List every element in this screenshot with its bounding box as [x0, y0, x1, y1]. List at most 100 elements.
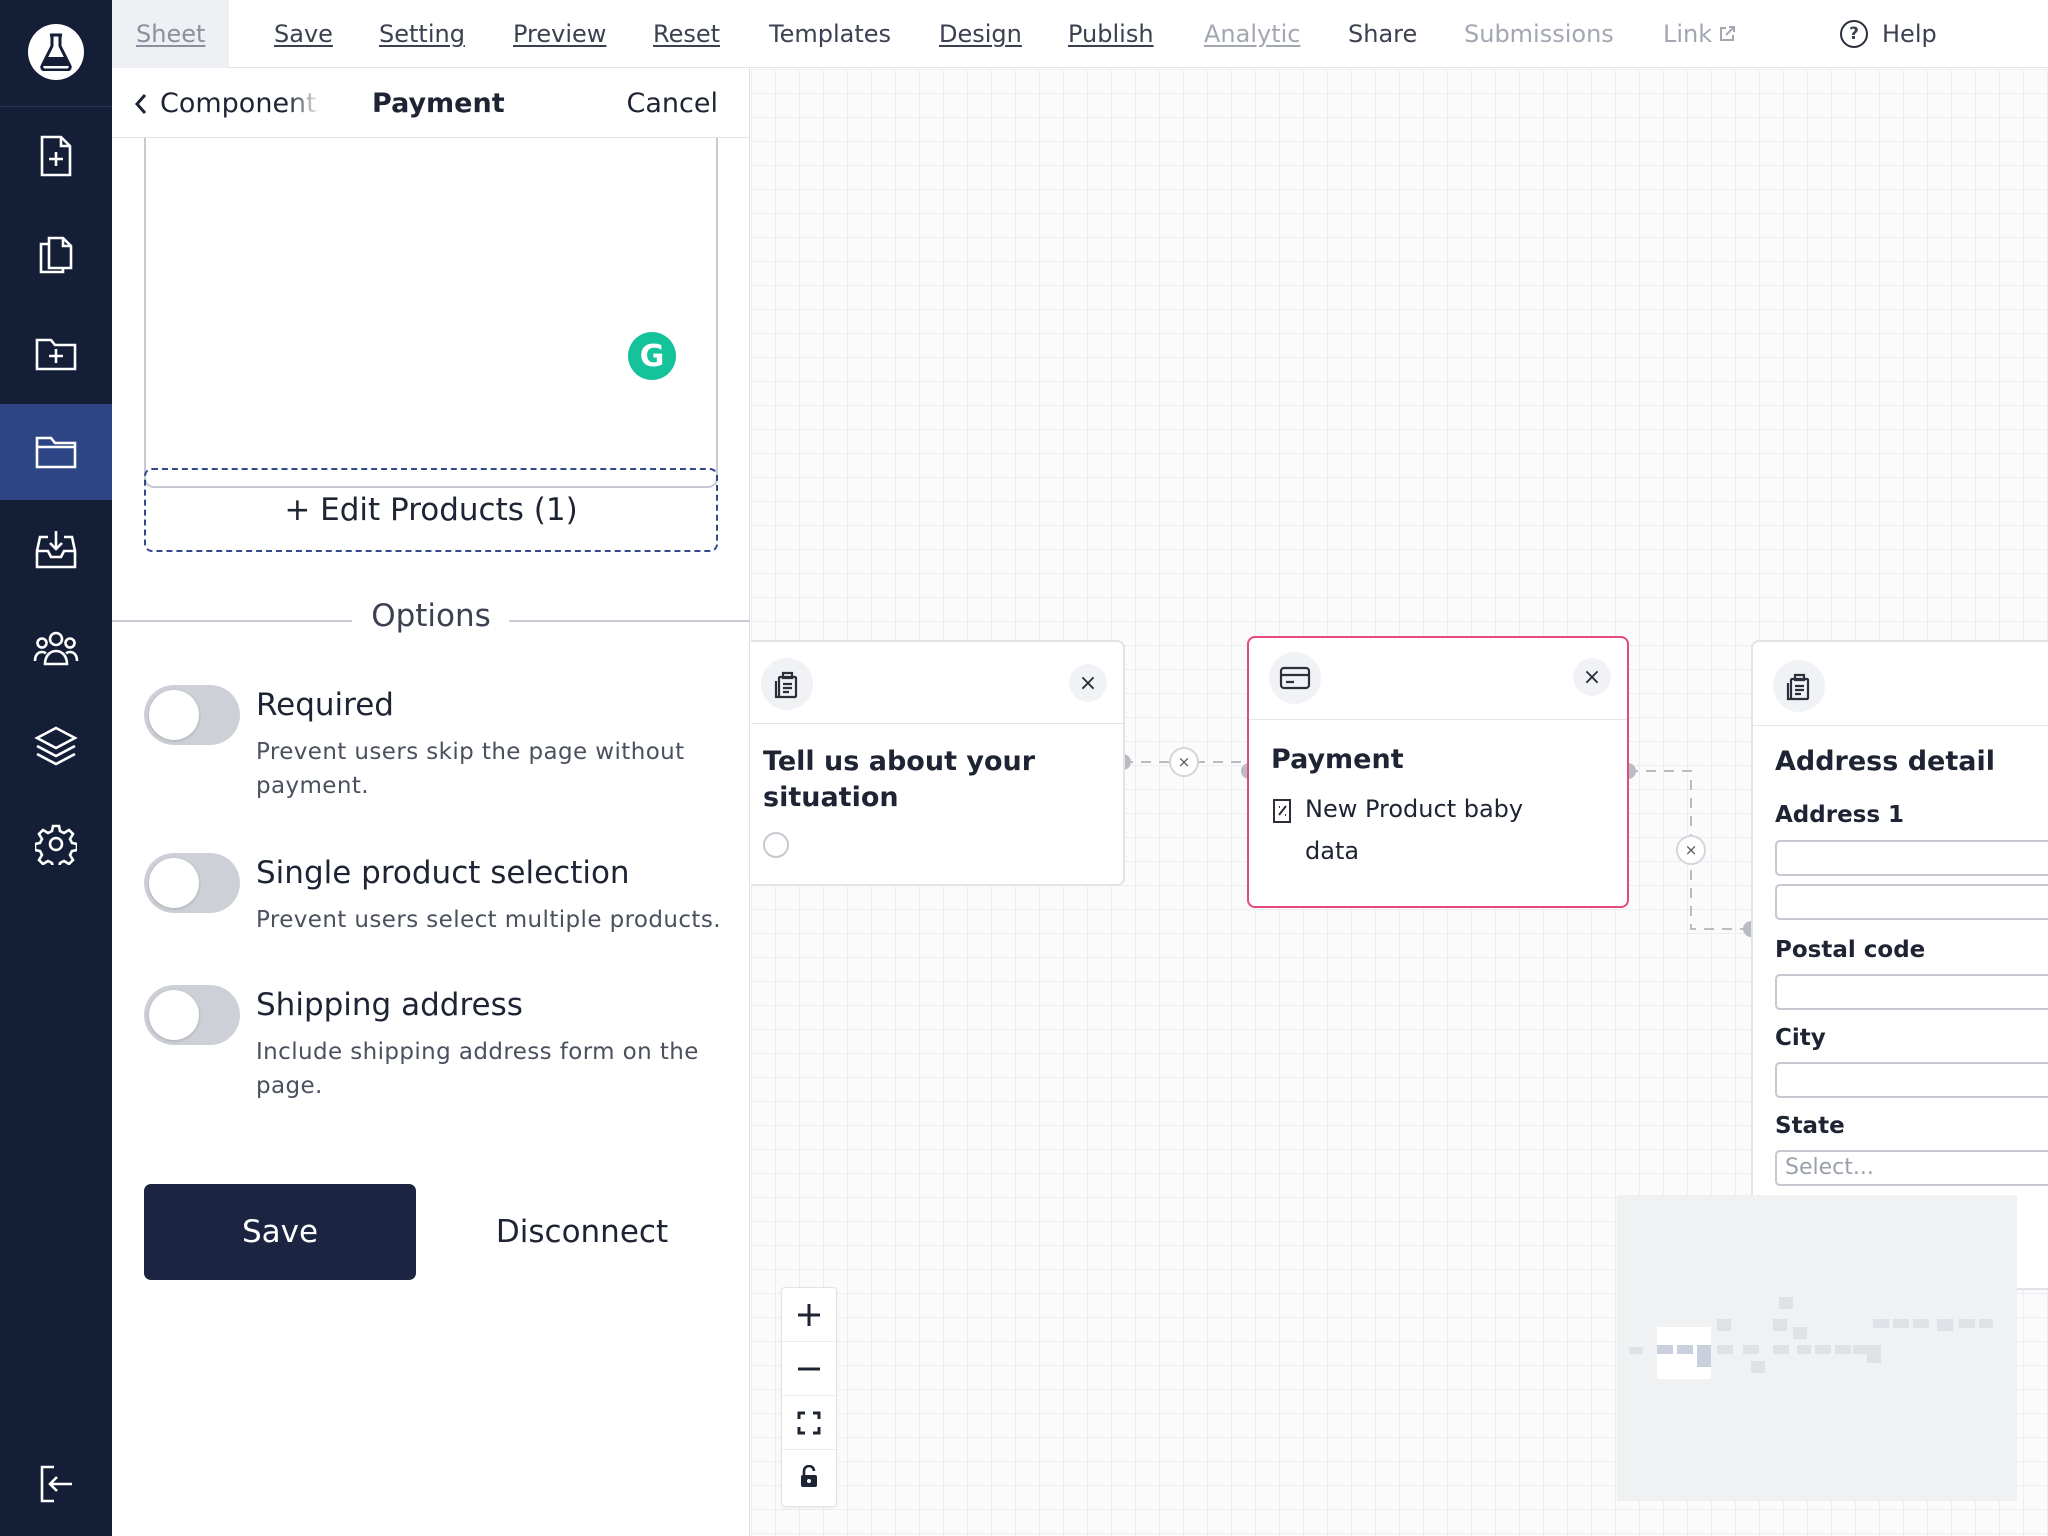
help-button[interactable]: ? Help: [1840, 0, 1937, 68]
node-header: ×: [751, 642, 1123, 724]
chevron-left-icon: [134, 93, 147, 114]
minimap-node: [1773, 1345, 1789, 1354]
copy-file-icon[interactable]: [0, 206, 112, 302]
credit-card-icon: [1269, 652, 1321, 704]
node-title: Tell us about your situation: [763, 746, 1036, 813]
minimap-node: [1873, 1319, 1889, 1328]
add-file-icon[interactable]: [0, 108, 112, 204]
rail-divider: [0, 106, 112, 107]
remove-edge-icon[interactable]: ×: [1169, 747, 1199, 777]
save-button[interactable]: Save: [144, 1184, 416, 1280]
option-title: Required: [256, 687, 394, 723]
menu-sheet[interactable]: Sheet: [112, 0, 230, 68]
zoom-out-icon[interactable]: [782, 1342, 836, 1396]
menu-publish[interactable]: Publish: [1068, 0, 1154, 68]
disconnect-button[interactable]: Disconnect: [472, 1184, 692, 1280]
required-toggle[interactable]: [144, 685, 240, 745]
minimap-node: [1867, 1345, 1881, 1363]
shipping-address-toggle[interactable]: [144, 985, 240, 1045]
users-icon[interactable]: [0, 600, 112, 696]
logo-flask-icon[interactable]: [28, 24, 84, 80]
postal-code-input[interactable]: [1775, 974, 2048, 1010]
folder-icon[interactable]: [0, 404, 112, 500]
menu-analytic[interactable]: Analytic: [1204, 0, 1300, 68]
inbox-icon[interactable]: [0, 502, 112, 598]
option-description: Prevent users select multiple products.: [256, 907, 721, 933]
panel-title: Payment: [372, 88, 505, 119]
layers-icon[interactable]: [0, 698, 112, 794]
help-label: Help: [1882, 20, 1937, 48]
minimap-node: [1793, 1327, 1807, 1339]
menu-link-label: Link: [1663, 20, 1713, 48]
minimap[interactable]: [1617, 1195, 2017, 1501]
gear-icon[interactable]: [0, 796, 112, 892]
remove-edge-icon[interactable]: ×: [1676, 835, 1706, 865]
menu-setting-label: Setting: [379, 20, 465, 48]
minimap-node: [1913, 1319, 1929, 1328]
node-header: ×: [1249, 638, 1627, 720]
menu-save-label: Save: [274, 20, 333, 48]
minimap-node: [1835, 1345, 1851, 1354]
address1-label: Address 1: [1775, 802, 1905, 828]
menu-design[interactable]: Design: [939, 0, 1022, 68]
grammarly-icon[interactable]: G: [628, 332, 676, 380]
node-situation[interactable]: × Tell us about your situation: [751, 640, 1125, 886]
node-address-detail[interactable]: Address detail Address 1 Postal code Cit…: [1751, 640, 2048, 1290]
option-description: Prevent users skip the page without paym…: [256, 739, 685, 799]
add-folder-icon[interactable]: [0, 306, 112, 402]
logout-icon[interactable]: [0, 1436, 112, 1532]
state-select[interactable]: Select...: [1775, 1150, 2048, 1186]
clipboard-icon: [761, 658, 813, 710]
city-input[interactable]: [1775, 1062, 2048, 1098]
cancel-button[interactable]: Cancel: [627, 88, 718, 119]
menu-templates-label: Templates: [769, 20, 892, 48]
menu-share[interactable]: Share: [1348, 0, 1417, 68]
minimap-node: [1677, 1345, 1693, 1354]
product-name: New Product baby data: [1305, 795, 1524, 865]
edit-products-button[interactable]: + Edit Products (1): [144, 468, 718, 552]
settings-panel: Components Payment Cancel G + Edit Produ…: [112, 68, 750, 1536]
description-textarea[interactable]: G: [144, 138, 718, 488]
menu-templates[interactable]: Templates: [769, 0, 891, 68]
state-label: State: [1775, 1113, 1845, 1139]
fit-view-icon[interactable]: [782, 1396, 836, 1450]
city-label: City: [1775, 1025, 1826, 1051]
minimap-node: [1697, 1345, 1711, 1367]
option-title: Shipping address: [256, 987, 523, 1023]
flow-canvas[interactable]: × × × Tell us about your situation × Pay…: [751, 69, 2048, 1536]
menu-setting[interactable]: Setting: [379, 0, 465, 68]
node-title: Payment: [1271, 744, 1404, 775]
single-product-toggle[interactable]: [144, 853, 240, 913]
zoom-controls: [781, 1287, 837, 1507]
lock-icon[interactable]: [782, 1450, 836, 1504]
product-item: New Product baby data: [1271, 795, 1535, 872]
menu-submissions[interactable]: Submissions: [1464, 0, 1614, 68]
radio-option[interactable]: [763, 832, 789, 858]
menu-save[interactable]: Save: [274, 0, 333, 68]
top-menu-bar: Sheet Save Setting Preview Reset Templat…: [112, 0, 2048, 68]
minimap-node: [1717, 1345, 1733, 1354]
close-icon[interactable]: ×: [1573, 658, 1611, 696]
option-title: Single product selection: [256, 855, 630, 891]
options-heading-text: Options: [353, 598, 509, 634]
address1-input[interactable]: [1775, 840, 2048, 876]
left-rail: [0, 0, 112, 1536]
menu-reset-label: Reset: [653, 20, 721, 48]
external-link-icon: [1720, 26, 1736, 41]
menu-link[interactable]: Link: [1663, 0, 1736, 68]
menu-sheet-label: Sheet: [136, 20, 206, 48]
close-icon[interactable]: ×: [1069, 664, 1107, 702]
minimap-node: [1979, 1319, 1993, 1328]
address2-input[interactable]: [1775, 884, 2048, 920]
node-payment[interactable]: × Payment New Product baby data: [1247, 636, 1629, 908]
menu-reset[interactable]: Reset: [653, 0, 720, 68]
clipboard-icon: [1773, 660, 1825, 712]
zoom-in-icon[interactable]: [782, 1288, 836, 1342]
menu-preview[interactable]: Preview: [513, 0, 606, 68]
minimap-node: [1717, 1319, 1731, 1331]
menu-share-label: Share: [1348, 20, 1418, 48]
menu-design-label: Design: [939, 20, 1022, 48]
minimap-node: [1937, 1319, 1953, 1331]
options-heading: Options: [112, 598, 750, 634]
minimap-node: [1815, 1345, 1831, 1354]
